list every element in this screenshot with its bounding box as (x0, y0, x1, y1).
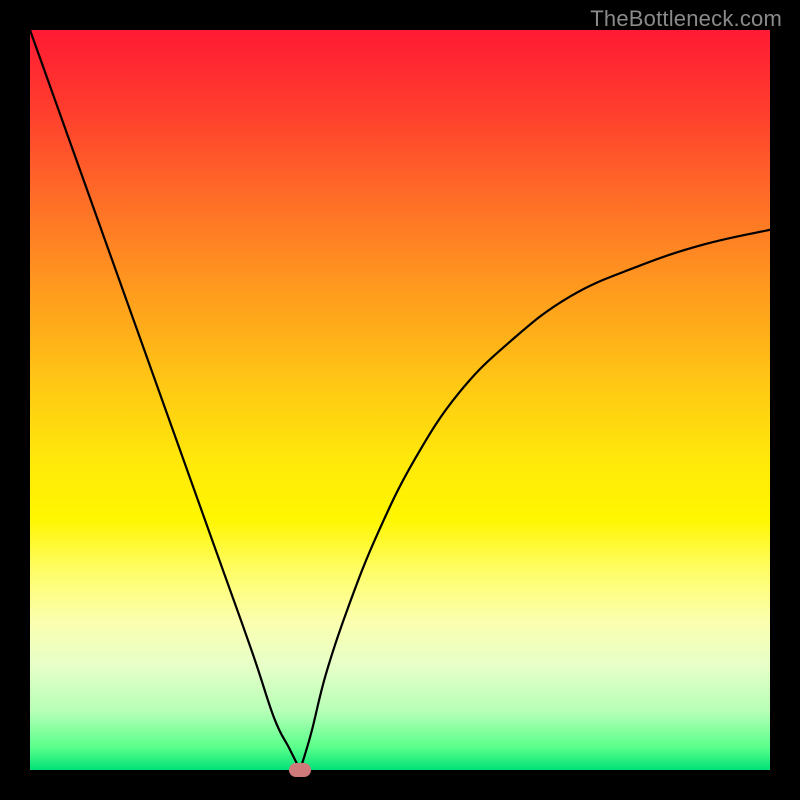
watermark-text: TheBottleneck.com (590, 6, 782, 32)
optimum-marker (289, 763, 311, 777)
bottleneck-curve (30, 30, 770, 770)
plot-area (30, 30, 770, 770)
